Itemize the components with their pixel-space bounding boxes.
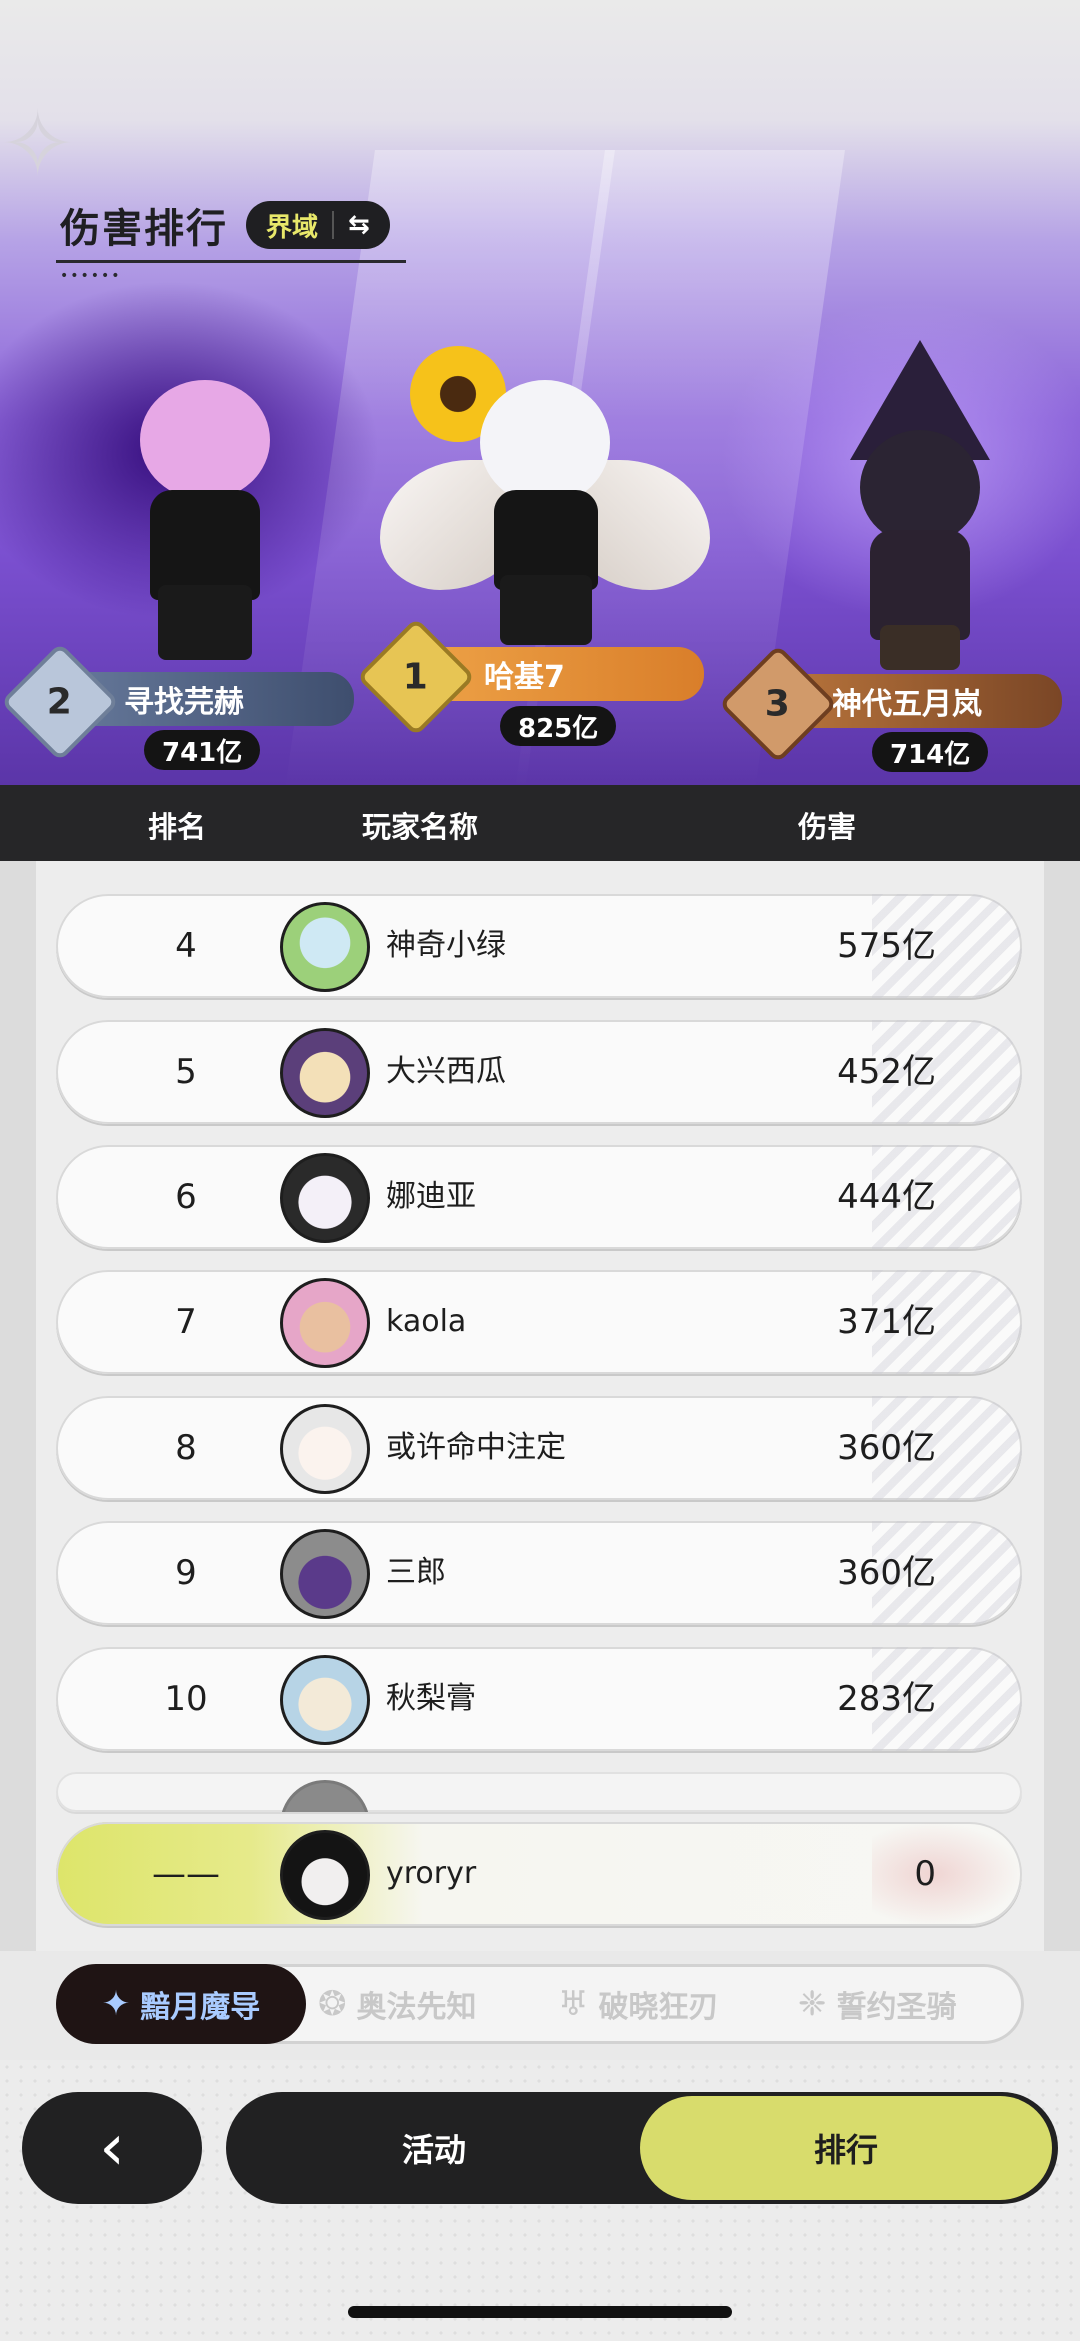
moon-mage-icon: ✦ [101, 1984, 131, 2024]
podium-name: 哈基7 [484, 660, 565, 695]
row-player-name: yroryr [386, 1856, 477, 1891]
row-rank: 9 [175, 1553, 197, 1593]
ranking-tab-button[interactable]: 排行 [640, 2096, 1052, 2200]
avatar[interactable] [280, 1529, 370, 1619]
row-rank: 10 [164, 1679, 208, 1719]
avatar[interactable] [280, 1655, 370, 1745]
title-dots: •••••• [60, 268, 122, 284]
character-legs [500, 575, 592, 645]
tab-label: 奥法先知 [356, 1990, 477, 2025]
tab-arcane-prophet[interactable]: ❂ 奥法先知 [318, 1964, 477, 2044]
title-underline [56, 260, 406, 263]
divider [332, 211, 335, 239]
character-body [150, 490, 260, 600]
podium-score: 825亿 [500, 706, 617, 746]
row-damage: 444亿 [837, 1177, 936, 1217]
podium-plaque-2[interactable]: 寻找芫赫 2 [0, 642, 354, 762]
column-header-rank: 排名 [148, 810, 207, 844]
arcane-icon: ❂ [318, 1984, 347, 2024]
character-legs [158, 585, 252, 660]
list-side-panel [0, 861, 36, 1951]
avatar[interactable] [280, 1153, 370, 1243]
home-indicator[interactable] [348, 2306, 732, 2318]
row-damage: 371亿 [837, 1302, 936, 1342]
realm-toggle-button[interactable]: 界域 ⇆ [246, 201, 390, 249]
row-player-name: 或许命中注定 [386, 1430, 566, 1465]
table-row-partial[interactable] [56, 1772, 1022, 1812]
row-rank: 8 [175, 1428, 197, 1468]
row-damage: 360亿 [837, 1428, 936, 1468]
row-damage: 0 [914, 1854, 936, 1894]
character-head [860, 430, 980, 545]
podium-score: 741亿 [144, 730, 261, 770]
table-header: 排名 玩家名称 伤害 [0, 785, 1080, 861]
row-rank: 5 [175, 1052, 197, 1092]
table-row[interactable]: 4 神奇小绿 575亿 [56, 894, 1022, 998]
row-player-name: 神奇小绿 [386, 928, 506, 963]
tab-label: 黯月魔导 [140, 1990, 261, 2025]
row-damage: 360亿 [837, 1553, 936, 1593]
tab-moon-mage[interactable]: ✦ 黯月魔导 [56, 1964, 306, 2044]
chevron-left-icon: ‹ [99, 2111, 125, 2185]
page-title: 伤害排行 [60, 206, 228, 252]
winged-shield-icon: ❈ [798, 1984, 827, 2024]
rank-medal-icon: 2 [0, 642, 120, 762]
my-ranking-row[interactable]: —— yroryr 0 [56, 1822, 1022, 1926]
row-player-name: kaola [386, 1304, 467, 1339]
row-damage: 452亿 [837, 1052, 936, 1092]
title-row: 伤害排行 界域 ⇆ [60, 196, 390, 254]
row-rank: —— [152, 1854, 220, 1894]
avatar [280, 1780, 370, 1812]
table-row[interactable]: 6 娜迪亚 444亿 [56, 1145, 1022, 1249]
character-legs [880, 625, 960, 670]
table-row[interactable]: 10 秋梨膏 283亿 [56, 1647, 1022, 1751]
character-head [140, 380, 270, 500]
avatar[interactable] [280, 1028, 370, 1118]
column-header-damage: 伤害 [798, 810, 857, 844]
row-player-name: 三郎 [386, 1555, 446, 1590]
blade-icon: ♅ [558, 1984, 589, 2024]
avatar[interactable] [280, 902, 370, 992]
activity-tab-button[interactable]: 活动 [226, 2092, 642, 2204]
back-button[interactable]: ‹ [22, 2092, 202, 2204]
avatar[interactable] [280, 1830, 370, 1920]
row-player-name: 秋梨膏 [386, 1681, 476, 1716]
tab-oath-paladin[interactable]: ❈ 誓约圣骑 [798, 1964, 957, 2044]
row-rank: 7 [175, 1302, 197, 1342]
class-filter-tabs: ✦ 黯月魔导 ❂ 奥法先知 ♅ 破晓狂刃 ❈ 誓约圣骑 [56, 1964, 1024, 2044]
podium-banner: ✧ 伤害排行 界域 ⇆ •••••• 寻找芫赫 2 741亿 哈基7 1 825… [0, 0, 1080, 785]
mode-switch: 活动 排行 [226, 2092, 1058, 2204]
row-damage: 283亿 [837, 1679, 936, 1719]
podium-name: 神代五月岚 [832, 687, 982, 722]
list-side-panel [1044, 861, 1080, 1951]
row-damage: 575亿 [837, 926, 936, 966]
row-rank: 6 [175, 1177, 197, 1217]
row-rank: 4 [175, 926, 197, 966]
podium-plaque-3[interactable]: 神代五月岚 3 [718, 644, 1062, 764]
avatar[interactable] [280, 1278, 370, 1368]
tab-dawn-blade[interactable]: ♅ 破晓狂刃 [558, 1964, 718, 2044]
table-row[interactable]: 9 三郎 360亿 [56, 1521, 1022, 1625]
row-player-name: 大兴西瓜 [386, 1054, 506, 1089]
table-row[interactable]: 5 大兴西瓜 452亿 [56, 1020, 1022, 1124]
swap-arrows-icon: ⇆ [348, 210, 370, 240]
column-header-player: 玩家名称 [362, 810, 479, 844]
podium-plaque-1[interactable]: 哈基7 1 [356, 617, 704, 737]
avatar[interactable] [280, 1404, 370, 1494]
podium-score: 714亿 [872, 732, 989, 772]
podium-name: 寻找芫赫 [124, 685, 244, 720]
crest-watermark-icon: ✧ [0, 92, 76, 197]
row-player-name: 娜迪亚 [386, 1179, 476, 1214]
realm-label: 界域 [266, 212, 319, 243]
table-row[interactable]: 7 kaola 371亿 [56, 1270, 1022, 1374]
tab-label: 誓约圣骑 [836, 1990, 957, 2025]
character-head [480, 380, 610, 505]
character-body [870, 530, 970, 640]
tab-label: 破晓狂刃 [598, 1990, 719, 2025]
table-row[interactable]: 8 或许命中注定 360亿 [56, 1396, 1022, 1500]
